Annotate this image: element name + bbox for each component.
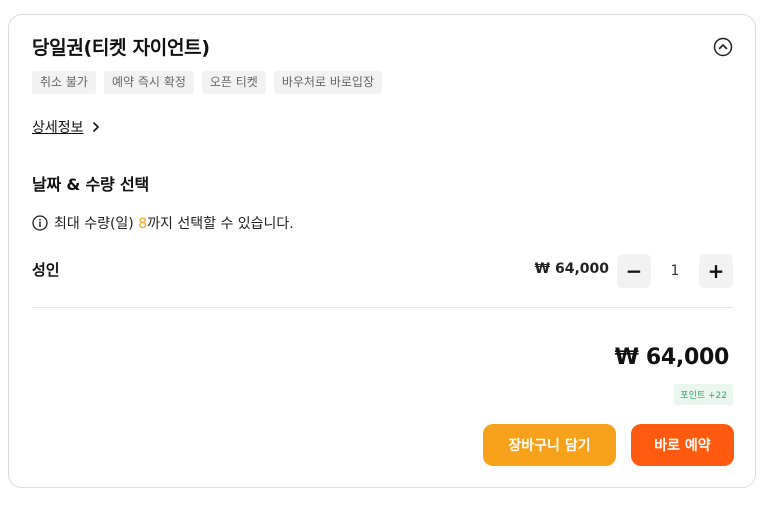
add-to-cart-button[interactable]: 장바구니 담기 [483,424,616,466]
notice-max-value: 8 [138,216,148,232]
detail-info-label: 상세정보 [32,120,84,136]
points-badge: 포인트 +22 [674,384,733,405]
total-price: ₩ 64,000 [614,345,730,370]
detail-info-link[interactable]: 상세정보 [32,117,102,137]
tag-instant-confirm: 예약 즉시 확정 [103,71,194,94]
chevron-up-circle-icon [713,37,733,57]
product-tags: 취소 불가 예약 즉시 확정 오픈 티켓 바우처로 바로입장 [32,71,382,94]
book-now-button[interactable]: 바로 예약 [631,424,734,466]
product-title: 당일권(티켓 자이언트) [32,37,210,59]
tag-voucher-entry: 바우처로 바로입장 [273,71,382,94]
increase-quantity-button[interactable]: + [699,254,733,288]
ticket-unit-price: ₩ 64,000 [534,261,609,277]
tag-cancel: 취소 불가 [32,71,96,94]
quantity-value: 1 [670,263,680,279]
decrease-quantity-button[interactable]: − [617,254,651,288]
max-quantity-notice: 최대 수량(일) 8까지 선택할 수 있습니다. [32,213,294,233]
product-option-card: 당일권(티켓 자이언트) 취소 불가 예약 즉시 확정 오픈 티켓 바우처로 바… [8,14,756,488]
info-circle-icon [32,215,48,231]
notice-prefix: 최대 수량(일) [54,216,134,232]
notice-suffix: 까지 선택할 수 있습니다. [147,216,294,232]
chevron-right-icon [92,122,99,132]
tag-open-ticket: 오픈 티켓 [201,71,266,94]
quantity-stepper: − 1 + [617,254,733,288]
section-title: 날짜 & 수량 선택 [32,175,149,194]
divider [32,307,733,308]
ticket-type-label: 성인 [32,261,60,279]
collapse-button[interactable] [713,37,733,57]
